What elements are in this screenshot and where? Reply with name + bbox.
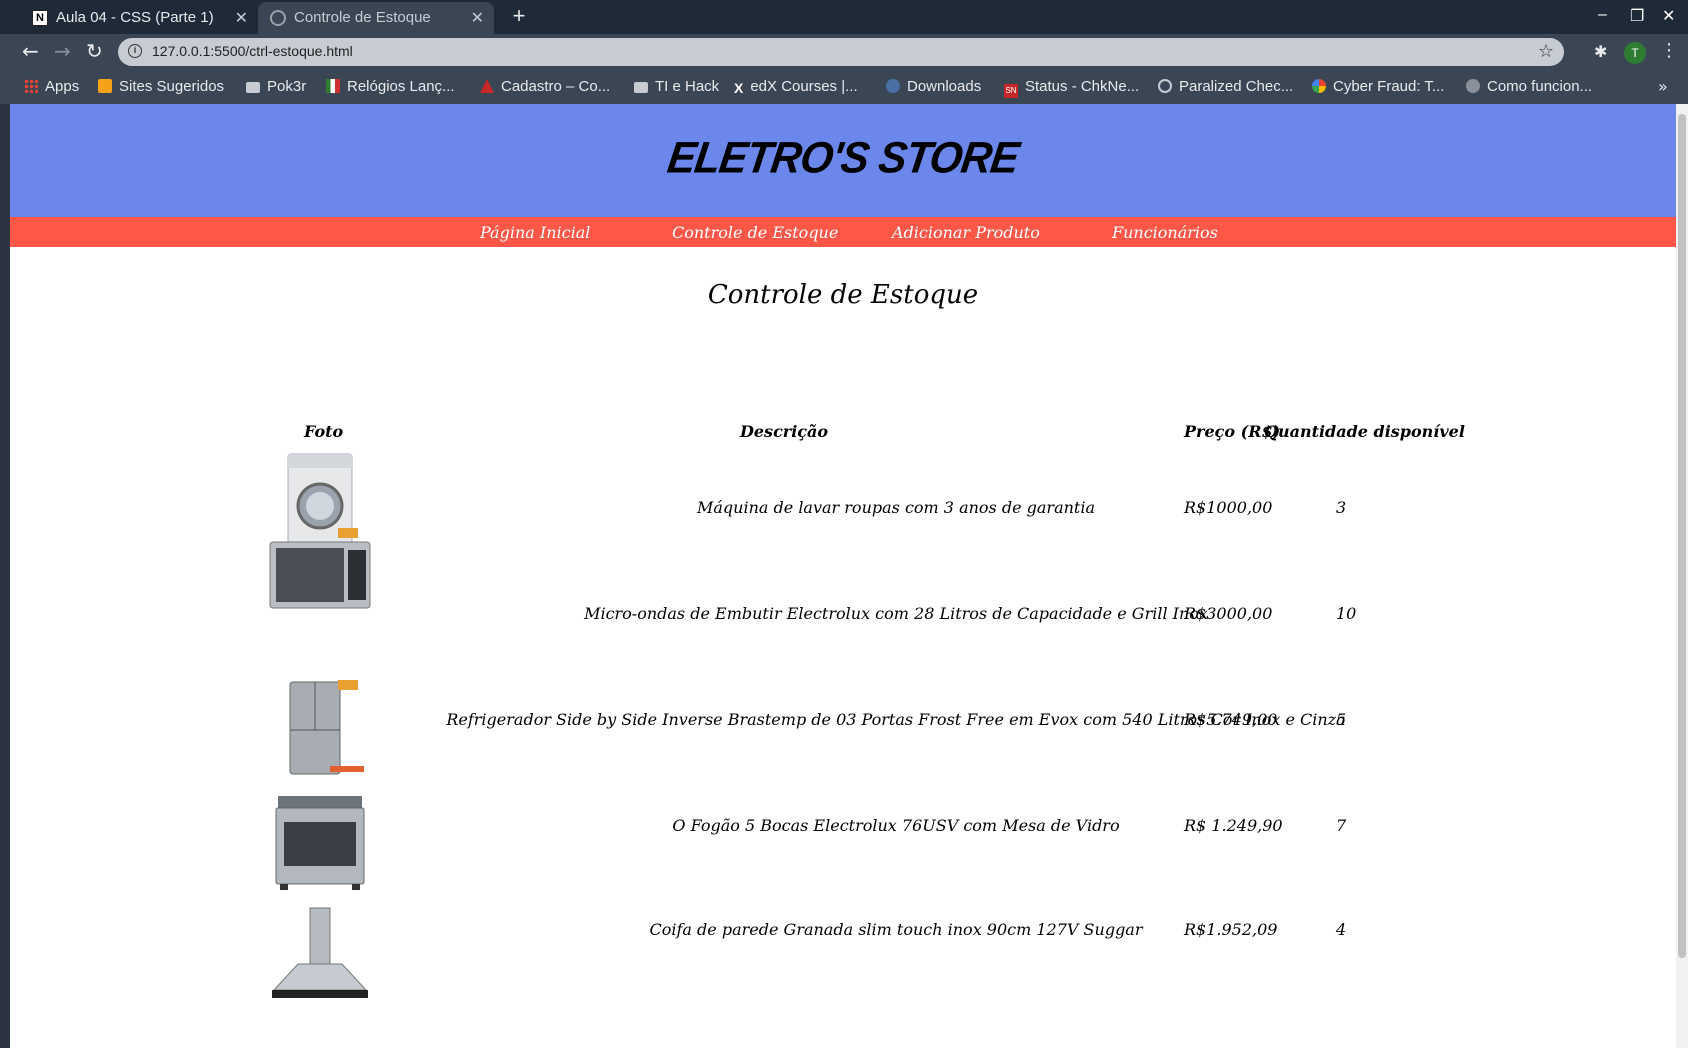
new-tab-button[interactable]: +	[508, 5, 530, 28]
extensions-icon[interactable]: ✱	[1594, 42, 1607, 61]
browser-toolbar: ← → ↻ i 127.0.0.1:5500/ctrl-estoque.html…	[0, 34, 1688, 70]
header-foto: Foto	[304, 422, 344, 441]
folder-icon	[634, 82, 648, 93]
bookmark-sites-sugeridos[interactable]: Sites Sugeridos	[98, 77, 224, 97]
bookmark-paralized[interactable]: Paralized Chec...	[1158, 77, 1293, 97]
restore-icon[interactable]: ❐	[1630, 6, 1644, 26]
bookmark-pok3r[interactable]: Pok3r	[246, 77, 306, 97]
scrollbar-thumb[interactable]	[1678, 114, 1686, 958]
close-icon[interactable]: ✕	[471, 8, 484, 28]
page-scrollbar[interactable]	[1676, 104, 1688, 1048]
quantity-cell: 10	[1336, 604, 1357, 623]
close-icon[interactable]: ✕	[235, 8, 248, 28]
bookmark-apps[interactable]: Apps	[24, 77, 79, 97]
flag-italy-icon	[326, 79, 340, 93]
back-icon[interactable]: ←	[22, 41, 39, 61]
nav-pagina-inicial[interactable]: Página Inicial	[480, 223, 590, 242]
nav-funcionarios[interactable]: Funcionários	[1112, 223, 1218, 242]
header-quantidade: Quantidade disponível	[1264, 422, 1465, 441]
menu-icon[interactable]: ⋮	[1660, 40, 1678, 61]
price-cell: R$1000,00	[1184, 498, 1273, 517]
site-header: Eletro's Store	[10, 104, 1676, 217]
url-text[interactable]: 127.0.0.1:5500/ctrl-estoque.html	[152, 43, 353, 59]
site-nav: Página Inicial Controle de Estoque Adici…	[10, 217, 1676, 247]
tab-title: Controle de Estoque	[294, 9, 431, 26]
bookmark-cyber-fraud[interactable]: Cyber Fraud: T...	[1312, 77, 1444, 97]
sn-icon: SN	[1004, 84, 1018, 98]
nav-adicionar-produto[interactable]: Adicionar Produto	[892, 223, 1040, 242]
description-cell: Coifa de parede Granada slim touch inox …	[649, 920, 1143, 939]
tab-title: Aula 04 - CSS (Parte 1)	[56, 9, 214, 26]
tab-strip: N Aula 04 - CSS (Parte 1) ✕ Controle de …	[0, 0, 1688, 34]
close-window-icon[interactable]: ✕	[1662, 6, 1675, 26]
nav-controle-estoque[interactable]: Controle de Estoque	[672, 223, 838, 242]
price-cell: R$ 1.249,90	[1184, 816, 1283, 835]
star-icon[interactable]: ☆	[1538, 41, 1554, 62]
x-icon: X	[734, 80, 744, 96]
address-bar[interactable]: i 127.0.0.1:5500/ctrl-estoque.html ☆	[118, 38, 1564, 66]
quantity-cell: 7	[1336, 816, 1347, 835]
notion-icon: N	[32, 10, 48, 26]
bookmark-edx[interactable]: XedX Courses |...	[734, 77, 858, 97]
bookmark-ti-hack[interactable]: TI e Hack	[634, 77, 719, 97]
quantity-cell: 3	[1336, 498, 1347, 517]
bookmark-downloads[interactable]: Downloads	[886, 77, 981, 97]
bookmark-status-chknet[interactable]: SN Status - ChkNe...	[1004, 77, 1139, 98]
apps-icon	[24, 79, 38, 93]
folder-icon	[246, 82, 260, 93]
bookmark-red-icon	[480, 79, 494, 93]
bookmarks-bar: Apps Sites Sugeridos Pok3r Relógios Lanç…	[0, 70, 1688, 104]
quantity-cell: 4	[1336, 920, 1347, 939]
bookmark-cadastro[interactable]: Cadastro – Co...	[480, 77, 610, 97]
site-title: Eletro's Store	[664, 132, 1022, 183]
description-cell: Refrigerador Side by Side Inverse Braste…	[446, 710, 1346, 729]
quantity-cell: 5	[1336, 710, 1347, 729]
tab-controle-estoque[interactable]: Controle de Estoque ✕	[258, 2, 494, 34]
window-edge	[0, 104, 10, 1048]
bookmark-icon	[98, 79, 112, 93]
price-cell: R$5.749,00	[1184, 710, 1278, 729]
description-cell: Micro-ondas de Embutir Electrolux com 28…	[584, 604, 1208, 623]
globe-icon	[270, 10, 286, 26]
bookmark-como-funciona[interactable]: Como funcion...	[1466, 77, 1592, 97]
header-descricao: Descrição	[740, 422, 829, 441]
site-info-icon[interactable]: i	[128, 44, 142, 58]
bookmark-relogios[interactable]: Relógios Lanç...	[326, 77, 455, 97]
tab-aula-04[interactable]: N Aula 04 - CSS (Parte 1) ✕	[20, 2, 258, 34]
page-viewport: Eletro's Store Página Inicial Controle d…	[10, 104, 1676, 1048]
user-icon	[886, 79, 900, 93]
minimize-icon[interactable]: –	[1598, 6, 1607, 24]
reload-icon[interactable]: ↻	[86, 41, 103, 61]
price-cell: R$1.952,09	[1184, 920, 1278, 939]
google-icon	[1312, 79, 1326, 93]
page-title: Controle de Estoque	[707, 280, 979, 310]
description-cell: Máquina de lavar roupas com 3 anos de ga…	[697, 498, 1095, 517]
forward-icon[interactable]: →	[54, 41, 71, 61]
chevron-more-icon[interactable]: »	[1658, 77, 1668, 96]
code-icon	[1466, 79, 1480, 93]
stove-image	[275, 796, 365, 890]
globe-icon	[1158, 79, 1172, 93]
price-cell: R$3000,00	[1184, 604, 1273, 623]
avatar[interactable]: T	[1624, 42, 1646, 64]
